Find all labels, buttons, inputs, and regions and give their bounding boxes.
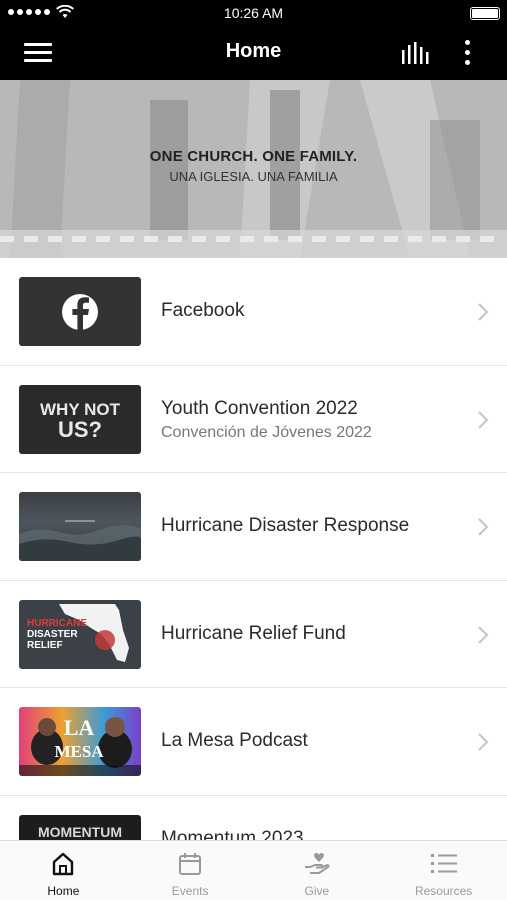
list-item-youth-convention[interactable]: WHY NOT US? Youth Convention 2022 Conven…: [0, 365, 507, 473]
bottom-tab-bar: Home Events Give Resources: [0, 840, 507, 900]
content-list: Facebook WHY NOT US? Youth Convention 20…: [0, 258, 507, 900]
more-options-icon[interactable]: [460, 38, 476, 68]
svg-text:MOMENTUM: MOMENTUM: [38, 824, 122, 840]
svg-text:US?: US?: [58, 417, 102, 442]
svg-text:LA: LA: [64, 715, 95, 740]
list-item-title: Youth Convention 2022: [161, 397, 358, 419]
list-item-la-mesa-podcast[interactable]: LA MESA La Mesa Podcast: [0, 688, 507, 796]
tab-home[interactable]: Home: [0, 841, 127, 900]
list-item-facebook[interactable]: Facebook: [0, 258, 507, 366]
tab-label: Resources: [414, 884, 473, 898]
tab-give[interactable]: Give: [254, 841, 381, 900]
list-item-title: Hurricane Disaster Response: [161, 515, 410, 536]
tab-resources[interactable]: Resources: [380, 841, 507, 900]
list-item-subtitle: Convención de Jóvenes 2022: [161, 423, 372, 441]
tab-label: Home: [47, 884, 80, 898]
svg-text:HURRICANE: HURRICANE: [27, 618, 87, 629]
hero-tagline-spanish: UNA IGLESIA. UNA FAMILIA: [169, 169, 338, 184]
top-nav-bar: Home: [0, 26, 507, 80]
tab-label: Events: [171, 884, 209, 898]
svg-text:DISASTER: DISASTER: [27, 629, 78, 640]
facebook-icon: [62, 294, 98, 330]
status-time: 10:26 AM: [223, 5, 284, 21]
la-mesa-thumbnail: LA MESA: [19, 707, 141, 776]
list-item-title: Hurricane Relief Fund: [161, 622, 346, 644]
list-item-hurricane-relief-fund[interactable]: HURRICANE DISASTER RELIEF Hurricane Reli…: [0, 580, 507, 688]
hero-tagline: ONE CHURCH. ONE FAMILY. UNA IGLESIA. UNA…: [0, 148, 507, 184]
chevron-right-icon: [478, 733, 489, 751]
facebook-thumbnail: [19, 277, 141, 346]
hero-banner[interactable]: ONE CHURCH. ONE FAMILY. UNA IGLESIA. UNA…: [0, 80, 507, 258]
hurricane-relief-thumbnail: HURRICANE DISASTER RELIEF: [19, 599, 141, 669]
svg-text:RELIEF: RELIEF: [27, 640, 63, 651]
tab-events[interactable]: Events: [127, 841, 254, 900]
battery-icon: [470, 7, 500, 20]
chevron-right-icon: [478, 410, 489, 429]
status-bar: 10:26 AM: [0, 0, 507, 26]
hurricane-response-thumbnail: [19, 492, 141, 561]
list-item-title: Facebook: [161, 300, 245, 321]
list-item-hurricane-disaster-response[interactable]: Hurricane Disaster Response: [0, 473, 507, 581]
svg-text:MESA: MESA: [54, 742, 104, 761]
tab-label: Give: [304, 884, 330, 898]
chevron-right-icon: [478, 518, 489, 536]
list-icon: [430, 854, 457, 873]
give-hand-heart-icon: [304, 853, 330, 874]
chevron-right-icon: [478, 303, 489, 321]
audio-bars-icon[interactable]: [400, 40, 430, 66]
list-item-title: La Mesa Podcast: [161, 730, 308, 751]
calendar-icon: [179, 853, 202, 875]
page-title: Home: [225, 40, 282, 62]
youth-convention-thumbnail: WHY NOT US?: [19, 384, 141, 454]
hero-tagline-english: ONE CHURCH. ONE FAMILY.: [149, 148, 358, 165]
home-icon: [53, 852, 74, 876]
chevron-right-icon: [478, 625, 489, 644]
hamburger-menu-icon[interactable]: [24, 41, 52, 63]
